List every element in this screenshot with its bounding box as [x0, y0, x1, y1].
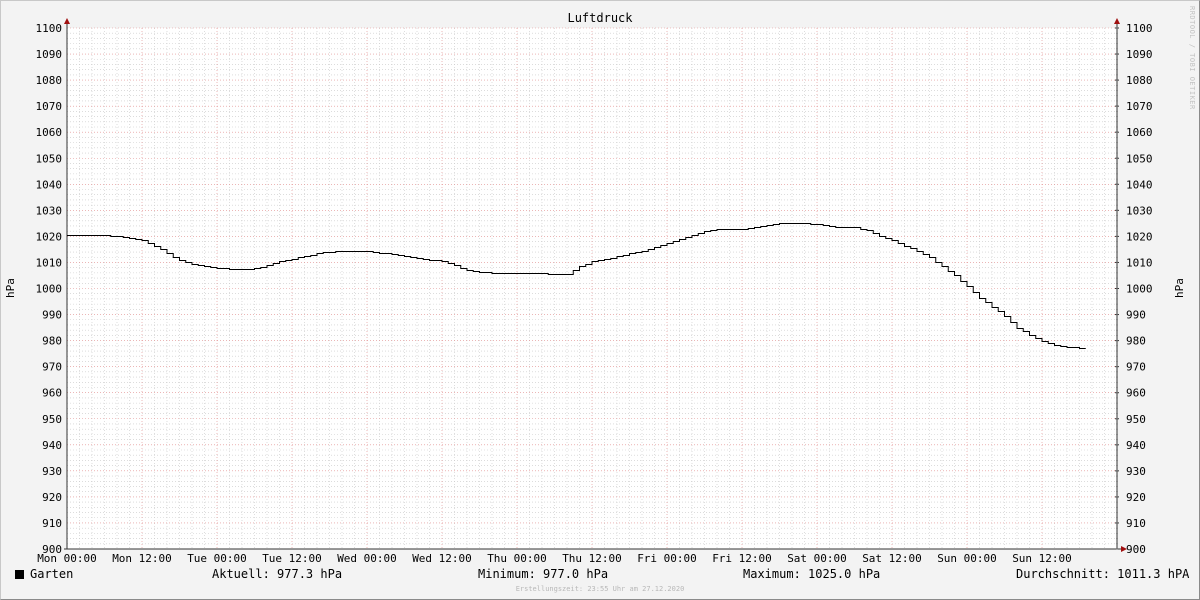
x-tick-label: Fri 00:00: [637, 552, 697, 565]
y-tick-label-right: 930: [1126, 465, 1146, 478]
y-tick-label-left: 1020: [36, 230, 63, 243]
y-tick-label-right: 1060: [1126, 126, 1153, 139]
x-tick-label: Sat 00:00: [787, 552, 847, 565]
x-tick-label: Sat 12:00: [862, 552, 922, 565]
x-tick-label: Thu 12:00: [562, 552, 622, 565]
y-tick-label-left: 970: [42, 361, 62, 374]
legend-maximum: Maximum: 1025.0 hPa: [743, 567, 881, 581]
x-tick-label: Thu 00:00: [487, 552, 547, 565]
y-tick-label-left: 1040: [36, 178, 63, 191]
y-tick-label-right: 950: [1126, 413, 1146, 426]
x-tick-label: Tue 00:00: [187, 552, 247, 565]
y-tick-label-left: 1010: [36, 256, 63, 269]
y-tick-label-right: 910: [1126, 517, 1146, 530]
x-tick-label: Tue 12:00: [262, 552, 322, 565]
y-tick-label-right: 1050: [1126, 152, 1153, 165]
y-tick-label-right: 960: [1126, 387, 1146, 400]
y-tick-label-right: 940: [1126, 439, 1146, 452]
x-tick-label: Wed 12:00: [412, 552, 472, 565]
y-tick-label-right: 970: [1126, 361, 1146, 374]
legend-current: Aktuell: 977.3 hPa: [212, 567, 343, 581]
y-tick-label-left: 1000: [36, 283, 63, 296]
x-tick-label: Mon 00:00: [37, 552, 97, 565]
y-axis-label-left: hPa: [4, 278, 17, 298]
y-tick-label-right: 1010: [1126, 256, 1153, 269]
y-tick-label-left: 940: [42, 439, 62, 452]
x-tick-label: Fri 12:00: [712, 552, 772, 565]
creation-time-footer: Erstellungszeit: 23:55 Uhr am 27.12.2020: [515, 585, 685, 593]
y-tick-label-left: 1030: [36, 204, 63, 217]
legend-swatch: [15, 570, 24, 579]
x-tick-label: Wed 00:00: [337, 552, 397, 565]
y-tick-label-right: 1000: [1126, 283, 1153, 296]
pressure-chart: 900 900910 910920 920930 930940 940950 950960 9…: [4, 18, 1186, 565]
y-tick-label-right: 1090: [1126, 48, 1153, 61]
y-tick-label-left: 1070: [36, 100, 63, 113]
y-axis-arrow-left: [64, 18, 70, 24]
y-tick-label-right: 900: [1126, 543, 1146, 556]
x-tick-label: Sun 00:00: [937, 552, 997, 565]
y-tick-label-left: 990: [42, 309, 62, 322]
y-tick-label-left: 1050: [36, 152, 63, 165]
y-tick-label-right: 1040: [1126, 178, 1153, 191]
y-tick-label-left: 910: [42, 517, 62, 530]
y-tick-label-left: 930: [42, 465, 62, 478]
y-tick-label-right: 1070: [1126, 100, 1153, 113]
legend-minimum: Minimum: 977.0 hPa: [478, 567, 609, 581]
y-tick-label-right: 990: [1126, 309, 1146, 322]
y-tick-label-left: 980: [42, 335, 62, 348]
y-tick-label-right: 1030: [1126, 204, 1153, 217]
y-tick-label-left: 1060: [36, 126, 63, 139]
y-tick-label-left: 950: [42, 413, 62, 426]
y-tick-label-left: 1090: [36, 48, 63, 61]
y-tick-label-left: 920: [42, 491, 62, 504]
y-tick-label-right: 1020: [1126, 230, 1153, 243]
x-tick-label: Mon 12:00: [112, 552, 172, 565]
y-axis-arrow-right: [1114, 18, 1120, 24]
y-tick-label-right: 1080: [1126, 74, 1153, 87]
y-tick-label-right: 980: [1126, 335, 1146, 348]
x-tick-label: Sun 12:00: [1012, 552, 1072, 565]
y-tick-label-left: 960: [42, 387, 62, 400]
y-tick-label-right: 920: [1126, 491, 1146, 504]
y-axis-label-right: hPa: [1173, 278, 1186, 298]
legend-average: Durchschnitt: 1011.3 hPA: [1016, 567, 1190, 581]
y-tick-label-left: 1100: [36, 22, 63, 35]
y-tick-label-left: 1080: [36, 74, 63, 87]
y-tick-label-right: 1100: [1126, 22, 1153, 35]
legend-series-name: Garten: [30, 567, 74, 581]
